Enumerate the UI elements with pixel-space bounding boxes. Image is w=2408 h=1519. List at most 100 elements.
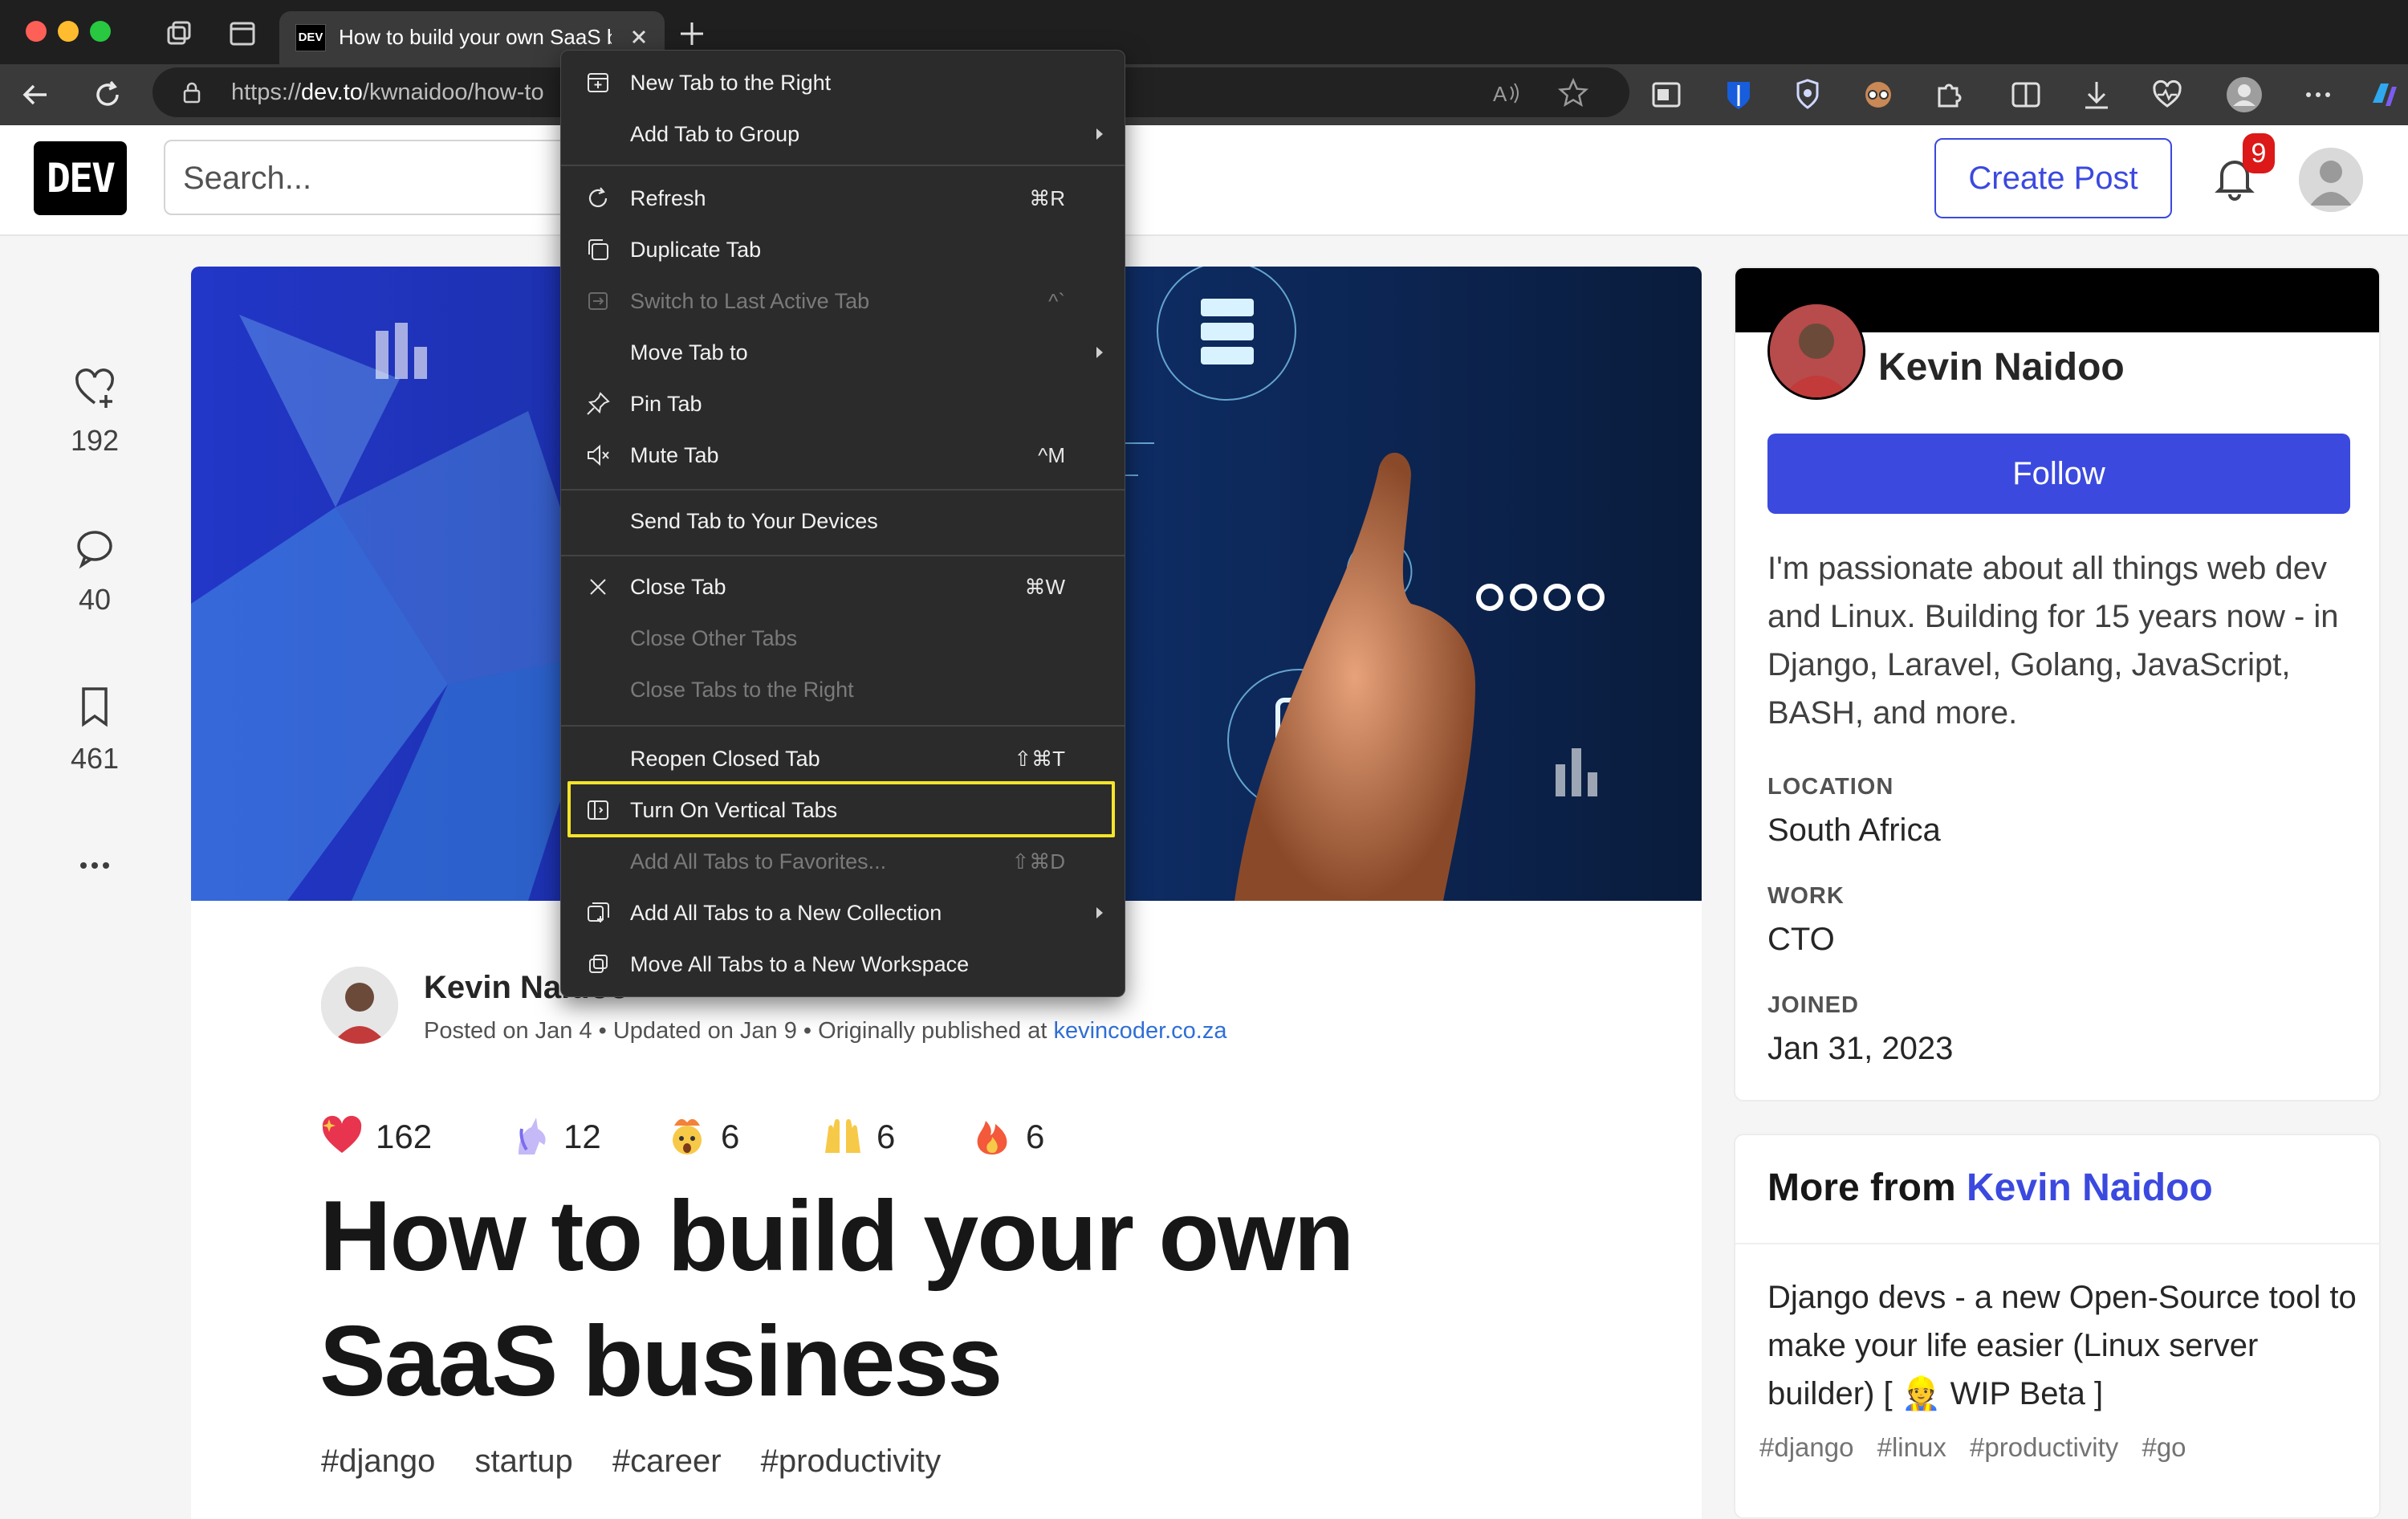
author-avatar[interactable] xyxy=(321,967,398,1044)
close-icon[interactable] xyxy=(628,26,650,48)
close-icon xyxy=(590,579,606,595)
tag-link[interactable]: #productivity xyxy=(761,1444,942,1479)
unicorn-icon xyxy=(519,1118,546,1155)
lock-icon[interactable] xyxy=(180,80,204,104)
comment-icon xyxy=(77,531,112,569)
bookmark-count: 461 xyxy=(70,742,120,775)
read-aloud-icon[interactable]: A xyxy=(1488,74,1527,112)
menu-item-pin-tab[interactable]: Pin Tab xyxy=(561,378,1125,430)
tag-link[interactable]: #django xyxy=(1759,1432,1853,1462)
extensions-puzzle-icon[interactable] xyxy=(1930,75,1968,114)
article-tags: #django startup #career #productivity xyxy=(321,1444,971,1480)
download-icon[interactable] xyxy=(2077,75,2116,114)
collection-icon xyxy=(588,902,609,922)
menu-separator xyxy=(561,725,1125,727)
privacy-badger-icon[interactable] xyxy=(1788,75,1827,114)
user-avatar[interactable] xyxy=(2299,148,2363,212)
tab-title: How to build your own SaaS business xyxy=(339,25,612,49)
vertical-tabs-icon xyxy=(588,800,608,820)
joined-label: JOINED xyxy=(1767,992,1859,1018)
pin-icon xyxy=(587,392,610,415)
profile-avatar[interactable] xyxy=(1767,302,1865,400)
menu-item-new-tab-right[interactable]: New Tab to the Right xyxy=(561,57,1125,108)
back-arrow-icon[interactable] xyxy=(16,75,55,114)
profile-avatar-icon[interactable] xyxy=(2225,75,2264,114)
svg-text:A: A xyxy=(1493,82,1507,106)
menu-item-close-tab[interactable]: Close Tab ⌘W xyxy=(561,561,1125,613)
glasses-extension-icon[interactable] xyxy=(1859,75,1898,114)
close-window-button[interactable] xyxy=(26,21,47,42)
refresh-icon[interactable] xyxy=(88,75,127,114)
minimize-window-button[interactable] xyxy=(58,21,79,42)
menu-item-vertical-tabs[interactable]: Turn On Vertical Tabs xyxy=(561,784,1125,836)
tag-link[interactable]: #django xyxy=(321,1444,435,1479)
menu-item-reopen-closed-tab[interactable]: Reopen Closed Tab ⇧⌘T xyxy=(561,733,1125,784)
profile-bio: I'm passionate about all things web dev … xyxy=(1767,551,2339,731)
browser-toolbar: https://dev.to/kwnaidoo/how-to A xyxy=(0,64,2408,125)
workspaces-icon[interactable] xyxy=(161,16,196,51)
exploding-head-icon xyxy=(673,1118,702,1155)
location-label: LOCATION xyxy=(1767,774,1894,800)
tab-favicon: DEV xyxy=(295,24,326,51)
menu-item-move-tabs-workspace[interactable]: Move All Tabs to a New Workspace xyxy=(561,939,1125,990)
menu-item-add-tabs-collection[interactable]: Add All Tabs to a New Collection xyxy=(561,887,1125,939)
comment-count: 40 xyxy=(78,583,112,616)
tag-link[interactable]: #productivity xyxy=(1970,1432,2118,1462)
menu-item-duplicate-tab[interactable]: Duplicate Tab xyxy=(561,224,1125,275)
address-url: https://dev.to/kwnaidoo/how-to xyxy=(231,79,544,105)
bookmark-action[interactable]: 461 xyxy=(48,684,141,776)
menu-separator xyxy=(561,555,1125,556)
dev-logo[interactable]: DEV xyxy=(34,141,127,215)
submenu-arrow-icon xyxy=(1096,128,1103,140)
tab-context-menu: New Tab to the Right Add Tab to Group Re… xyxy=(560,50,1125,997)
menu-item-move-tab[interactable]: Move Tab to xyxy=(561,327,1125,378)
menu-item-close-other-tabs: Close Other Tabs xyxy=(630,626,798,650)
work-value: CTO xyxy=(1767,922,1835,957)
follow-button[interactable]: Follow xyxy=(1767,434,2350,514)
menu-item-add-tab-group[interactable]: Add Tab to Group xyxy=(561,108,1125,160)
work-label: WORK xyxy=(1767,883,1845,909)
tab-actions-icon[interactable] xyxy=(225,16,260,51)
favorite-star-icon[interactable] xyxy=(1554,74,1592,112)
profile-name[interactable]: Kevin Naidoo xyxy=(1878,345,2125,389)
menu-item-switch-last-tab: Switch to Last Active Tab ^` xyxy=(561,275,1125,327)
maximize-window-button[interactable] xyxy=(90,21,111,42)
tag-link[interactable]: #linux xyxy=(1877,1432,1946,1462)
like-action[interactable]: 192 xyxy=(48,366,141,458)
search-placeholder: Search... xyxy=(183,161,312,196)
original-source-link[interactable]: kevincoder.co.za xyxy=(1053,1018,1226,1044)
bitwarden-extension-icon[interactable] xyxy=(1719,75,1758,114)
joined-value: Jan 31, 2023 xyxy=(1767,1031,1954,1066)
menu-item-send-tab-devices[interactable]: Send Tab to Your Devices xyxy=(561,495,1125,547)
divider xyxy=(1735,1243,2379,1244)
submenu-arrow-icon xyxy=(1096,907,1103,918)
menu-separator xyxy=(561,165,1125,166)
more-article-tags: #django #linux #productivity #go xyxy=(1759,1432,2203,1463)
heart-plus-icon xyxy=(75,369,114,408)
bookmark-icon xyxy=(82,687,108,727)
duplicate-icon xyxy=(588,239,608,260)
like-count: 192 xyxy=(70,424,120,457)
new-tab-button[interactable] xyxy=(676,18,708,50)
create-post-button[interactable]: Create Post xyxy=(1934,138,2172,218)
more-actions-icon[interactable] xyxy=(48,853,141,878)
tag-link[interactable]: #career xyxy=(612,1444,722,1479)
split-screen-icon[interactable] xyxy=(1647,75,1686,114)
search-input[interactable]: Search... xyxy=(164,140,613,215)
split-window-icon[interactable] xyxy=(2007,75,2045,114)
menu-item-mute-tab[interactable]: Mute Tab ^M xyxy=(561,430,1125,481)
tag-link[interactable]: startup xyxy=(475,1444,573,1479)
browser-essentials-icon[interactable] xyxy=(2148,75,2186,114)
menu-item-add-tabs-favorites: Add All Tabs to Favorites... ⇧⌘D xyxy=(630,849,1065,874)
more-from-author-link[interactable]: Kevin Naidoo xyxy=(1967,1167,2213,1209)
submenu-arrow-icon xyxy=(1096,347,1103,358)
article-title: How to build your own SaaS business xyxy=(319,1181,1354,1417)
tag-link[interactable]: #go xyxy=(2142,1432,2186,1462)
more-article-link[interactable]: Django devs - a new Open-Source tool to … xyxy=(1767,1273,2361,1418)
site-header: DEV Search... Create Post 9 xyxy=(0,125,2408,236)
more-options-icon[interactable] xyxy=(2299,75,2337,114)
comment-action[interactable]: 40 xyxy=(48,525,141,617)
menu-item-refresh[interactable]: Refresh ⌘R xyxy=(561,173,1125,224)
copilot-icon[interactable] xyxy=(2365,75,2403,114)
location-value: South Africa xyxy=(1767,812,1941,848)
